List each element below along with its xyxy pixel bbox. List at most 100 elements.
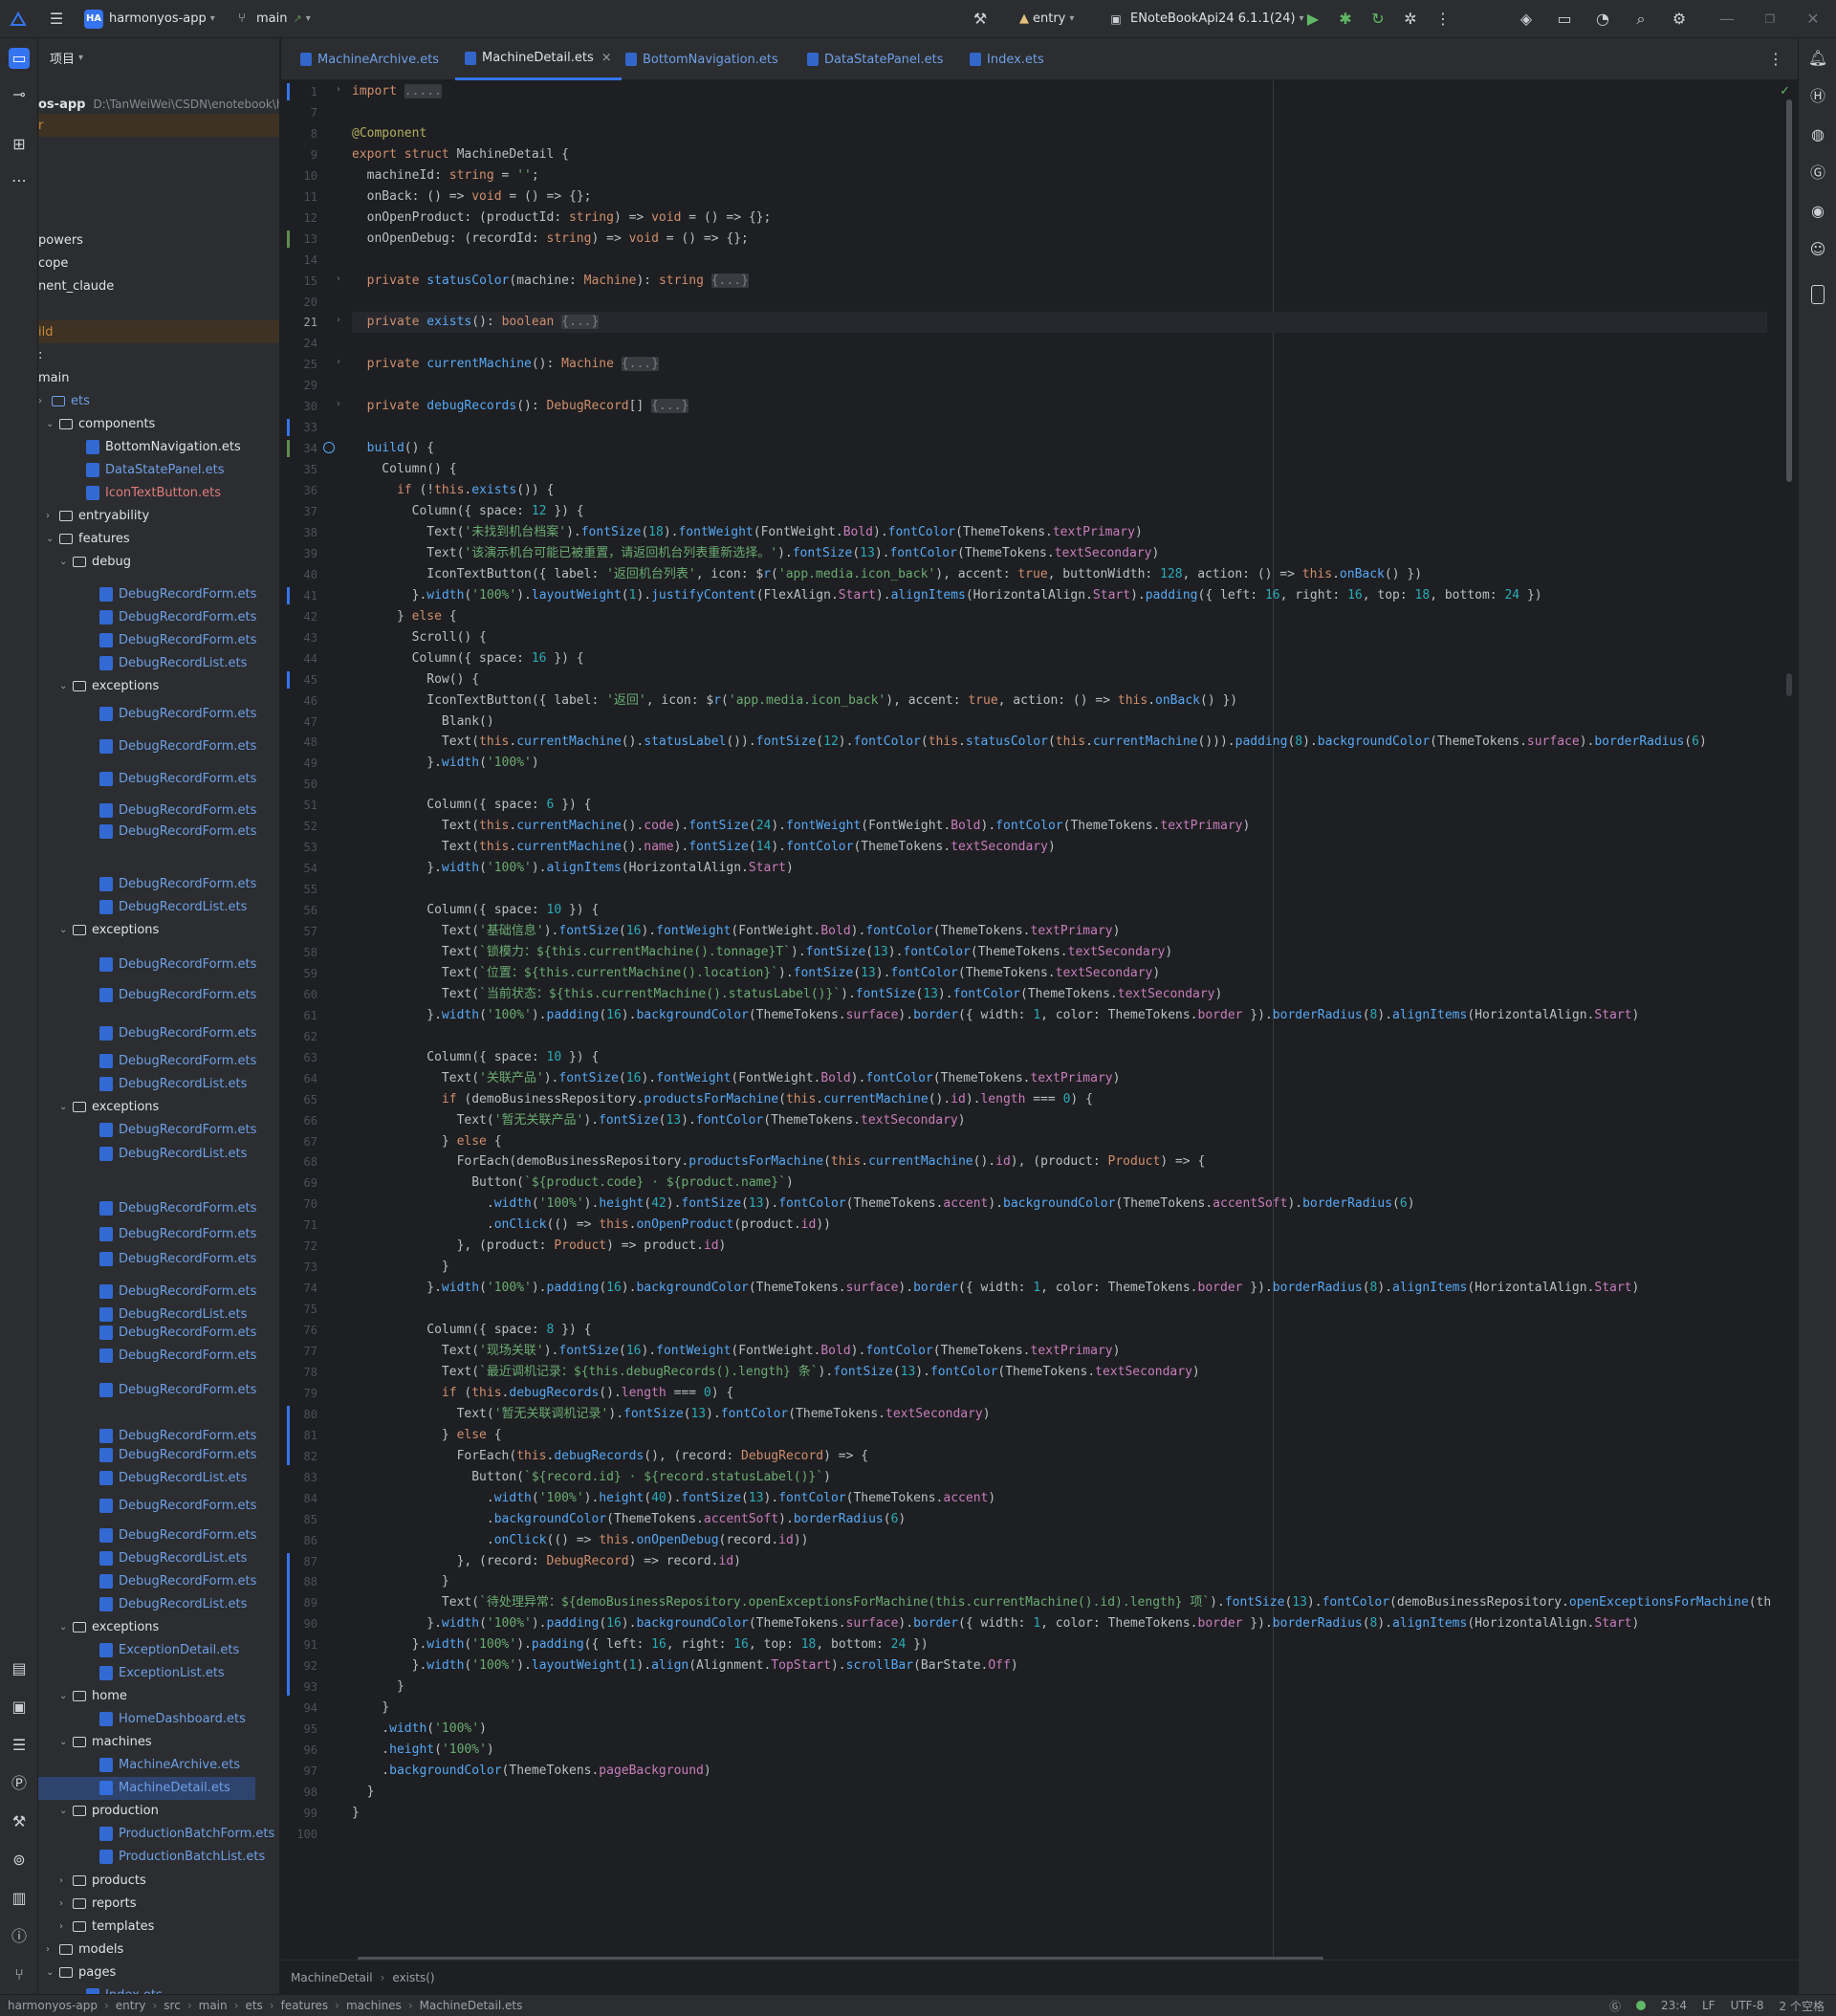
tree-file-item[interactable]: DebugRecordList.ets xyxy=(38,1592,247,1615)
run-config-selector[interactable]: ▲ entry ▾ xyxy=(1019,0,1074,38)
code-line[interactable]: }.width('100%') xyxy=(352,753,538,774)
branch-switcher[interactable]: ⑂ main ↗ ▾ xyxy=(231,0,311,38)
code-line[interactable]: } else { xyxy=(352,606,457,627)
path-segment[interactable]: harmonyos-app xyxy=(8,1999,98,2012)
problems-tool-icon[interactable]: ⓘ xyxy=(9,1926,30,1947)
vcs-change-marker[interactable] xyxy=(287,419,290,437)
code-line[interactable]: Column({ space: 12 }) { xyxy=(352,501,584,522)
tree-file-item[interactable]: DebugRecordForm.ets xyxy=(38,1345,256,1368)
services-tool-icon[interactable]: ⊚ xyxy=(9,1850,30,1871)
code-line[interactable]: if (this.debugRecords().length === 0) { xyxy=(352,1383,733,1404)
code-line[interactable]: Column({ space: 8 }) { xyxy=(352,1320,591,1341)
tree-file-item[interactable]: DebugRecordForm.ets xyxy=(38,1569,256,1592)
chevron-right-icon[interactable]: › xyxy=(59,1921,73,1932)
tree-item[interactable]: : xyxy=(38,344,42,367)
tree-file-item[interactable]: ExceptionDetail.ets xyxy=(38,1639,239,1662)
code-line[interactable]: Blank() xyxy=(352,712,494,733)
code-line[interactable]: Text('现场关联').fontSize(16).fontWeight(Fon… xyxy=(352,1341,1121,1362)
path-segment[interactable]: MachineDetail.ets xyxy=(420,1999,523,2012)
code-line[interactable]: .onClick(() => this.onOpenDebug(record.i… xyxy=(352,1530,809,1551)
code-line[interactable]: Text(`位置：${this.currentMachine().locatio… xyxy=(352,963,1160,984)
vcs-change-marker[interactable] xyxy=(287,440,290,458)
code-line[interactable]: } else { xyxy=(352,1425,502,1446)
code-line[interactable]: .width('100%').height(40).fontSize(13).f… xyxy=(352,1488,995,1509)
chevron-down-icon[interactable]: ⌄ xyxy=(59,1102,73,1112)
project-switcher[interactable]: HA harmonyos-app ▾ xyxy=(84,0,215,38)
tree-folder-item[interactable]: › models xyxy=(38,1938,123,1961)
tab-machinedetail[interactable]: MachineDetail.ets × xyxy=(455,38,622,80)
maximize-window-icon[interactable]: ❐ xyxy=(1760,0,1781,38)
gradle-sync-icon[interactable]: Ⓖ xyxy=(1609,1998,1621,2014)
code-line[interactable]: .backgroundColor(ThemeTokens.pageBackgro… xyxy=(352,1761,710,1782)
chevron-down-icon[interactable]: ⌄ xyxy=(59,557,73,567)
profiler-tool-icon[interactable]: Ⓟ xyxy=(9,1773,30,1794)
code-line[interactable]: } else { xyxy=(352,1131,502,1152)
code-line[interactable]: }.width('100%').padding(16).backgroundCo… xyxy=(352,1278,1639,1299)
device-preview-icon[interactable] xyxy=(1811,285,1825,304)
tree-file-item[interactable]: ProductionBatchForm.ets xyxy=(38,1823,274,1846)
code-line[interactable]: private debugRecords(): DebugRecord[] {.… xyxy=(352,396,689,417)
code-line[interactable]: }.width('100%').alignItems(HorizontalAli… xyxy=(352,858,794,879)
notifications-bell-icon[interactable]: 🔔︎ xyxy=(1807,48,1828,69)
tree-file-item[interactable]: DebugRecordForm.ets xyxy=(38,873,256,896)
tree-file-item[interactable]: DebugRecordList.ets xyxy=(38,1546,247,1569)
tree-file-item[interactable]: DebugRecordForm.ets xyxy=(38,1523,256,1546)
tree-file-item[interactable]: DataStatePanel.ets xyxy=(38,459,225,482)
code-line[interactable]: Text('该演示机台可能已被重置，请返回机台列表重新选择。').fontSiz… xyxy=(352,543,1159,564)
tree-folder-item[interactable]: ⌄ debug xyxy=(38,551,131,574)
tree-file-item[interactable]: DebugRecordForm.ets xyxy=(38,1248,256,1271)
tree-folder-item[interactable]: › ets xyxy=(38,390,90,413)
vcs-change-marker[interactable] xyxy=(287,230,290,248)
code-line[interactable]: Column() { xyxy=(352,459,456,480)
code-line[interactable]: Column({ space: 16 }) { xyxy=(352,648,584,669)
tree-file-item[interactable]: DebugRecordForm.ets xyxy=(38,1280,256,1303)
chevron-down-icon[interactable]: ⌄ xyxy=(59,1806,73,1816)
chevron-down-icon[interactable]: ⌄ xyxy=(46,1967,59,1978)
code-line[interactable]: ForEach(this.debugRecords(), (record: De… xyxy=(352,1446,869,1467)
vcs-change-marker[interactable] xyxy=(287,1405,290,1465)
fold-chevron-icon[interactable]: › xyxy=(337,315,340,325)
code-line[interactable]: ForEach(demoBusinessRepository.productsF… xyxy=(352,1151,1206,1172)
search-icon[interactable]: ⌕ xyxy=(1630,0,1651,38)
tree-file-item[interactable]: HomeDashboard.ets xyxy=(38,1708,246,1731)
tree-file-item[interactable]: BottomNavigation.ets xyxy=(38,436,241,459)
code-line[interactable]: }, (product: Product) => product.id) xyxy=(352,1236,727,1257)
chevron-down-icon[interactable]: ⌄ xyxy=(59,925,73,935)
tree-item[interactable]: nent_claude xyxy=(38,274,114,297)
settings-gear-icon[interactable]: ⚙ xyxy=(1669,0,1690,38)
attach-debugger-icon[interactable]: ✲ xyxy=(1400,0,1421,38)
tree-folder-item[interactable]: ⌄ exceptions xyxy=(38,1615,159,1638)
override-marker-icon[interactable] xyxy=(323,442,335,454)
minimize-window-icon[interactable]: — xyxy=(1716,0,1738,38)
tab-datastatepanel[interactable]: DataStatePanel.ets xyxy=(798,38,953,80)
code-line[interactable]: import ..... xyxy=(352,81,442,102)
gradle-g-icon[interactable]: Ⓖ xyxy=(1807,163,1828,184)
more-tools-icon[interactable]: ⋯ xyxy=(9,170,30,191)
code-line[interactable]: @Component xyxy=(352,123,426,144)
code-line[interactable]: }.width('100%').layoutWeight(1).justifyC… xyxy=(352,585,1542,606)
status-encoding[interactable]: UTF-8 xyxy=(1731,1999,1764,2012)
code-line[interactable]: Row() { xyxy=(352,669,479,690)
tree-file-item[interactable]: DebugRecordList.ets xyxy=(38,652,247,675)
globe-icon[interactable]: ◍ xyxy=(1807,124,1828,145)
app-logo-icon[interactable] xyxy=(10,0,27,38)
chevron-down-icon[interactable]: ⌄ xyxy=(59,1737,73,1747)
code-line[interactable]: Text(`锁模力：${this.currentMachine().tonnag… xyxy=(352,942,1172,963)
close-tab-icon[interactable]: × xyxy=(601,51,612,65)
code-line[interactable]: }, (record: DebugRecord) => record.id) xyxy=(352,1551,741,1572)
tree-item[interactable]: powers xyxy=(38,229,83,252)
code-line[interactable]: if (demoBusinessRepository.productsForMa… xyxy=(352,1089,1093,1110)
device-selector[interactable]: ▣ ENoteBookApi24 6.1.1(24) ▾ xyxy=(1105,0,1303,38)
project-panel-header[interactable]: 项目 ▾ xyxy=(38,38,279,77)
tree-file-item[interactable]: DebugRecordForm.ets xyxy=(38,1379,256,1402)
code-line[interactable]: }.width('100%').padding(16).backgroundCo… xyxy=(352,1613,1639,1634)
tab-index[interactable]: Index.ets xyxy=(960,38,1054,80)
code-line[interactable]: IconTextButton({ label: '返回', icon: $r('… xyxy=(352,690,1237,712)
tree-folder-item[interactable]: ⌄ machines xyxy=(38,1731,152,1754)
debug-icon[interactable]: ✱ xyxy=(1335,0,1356,38)
project-tool-icon[interactable]: ▭ xyxy=(9,48,30,69)
tree-file-item[interactable]: ExceptionList.ets xyxy=(38,1662,225,1685)
vcs-change-marker[interactable] xyxy=(287,586,290,604)
code-line[interactable]: Text('暂无关联产品').fontSize(13).fontColor(Th… xyxy=(352,1110,966,1131)
tree-file-item[interactable]: DebugRecordForm.ets xyxy=(38,1022,256,1045)
